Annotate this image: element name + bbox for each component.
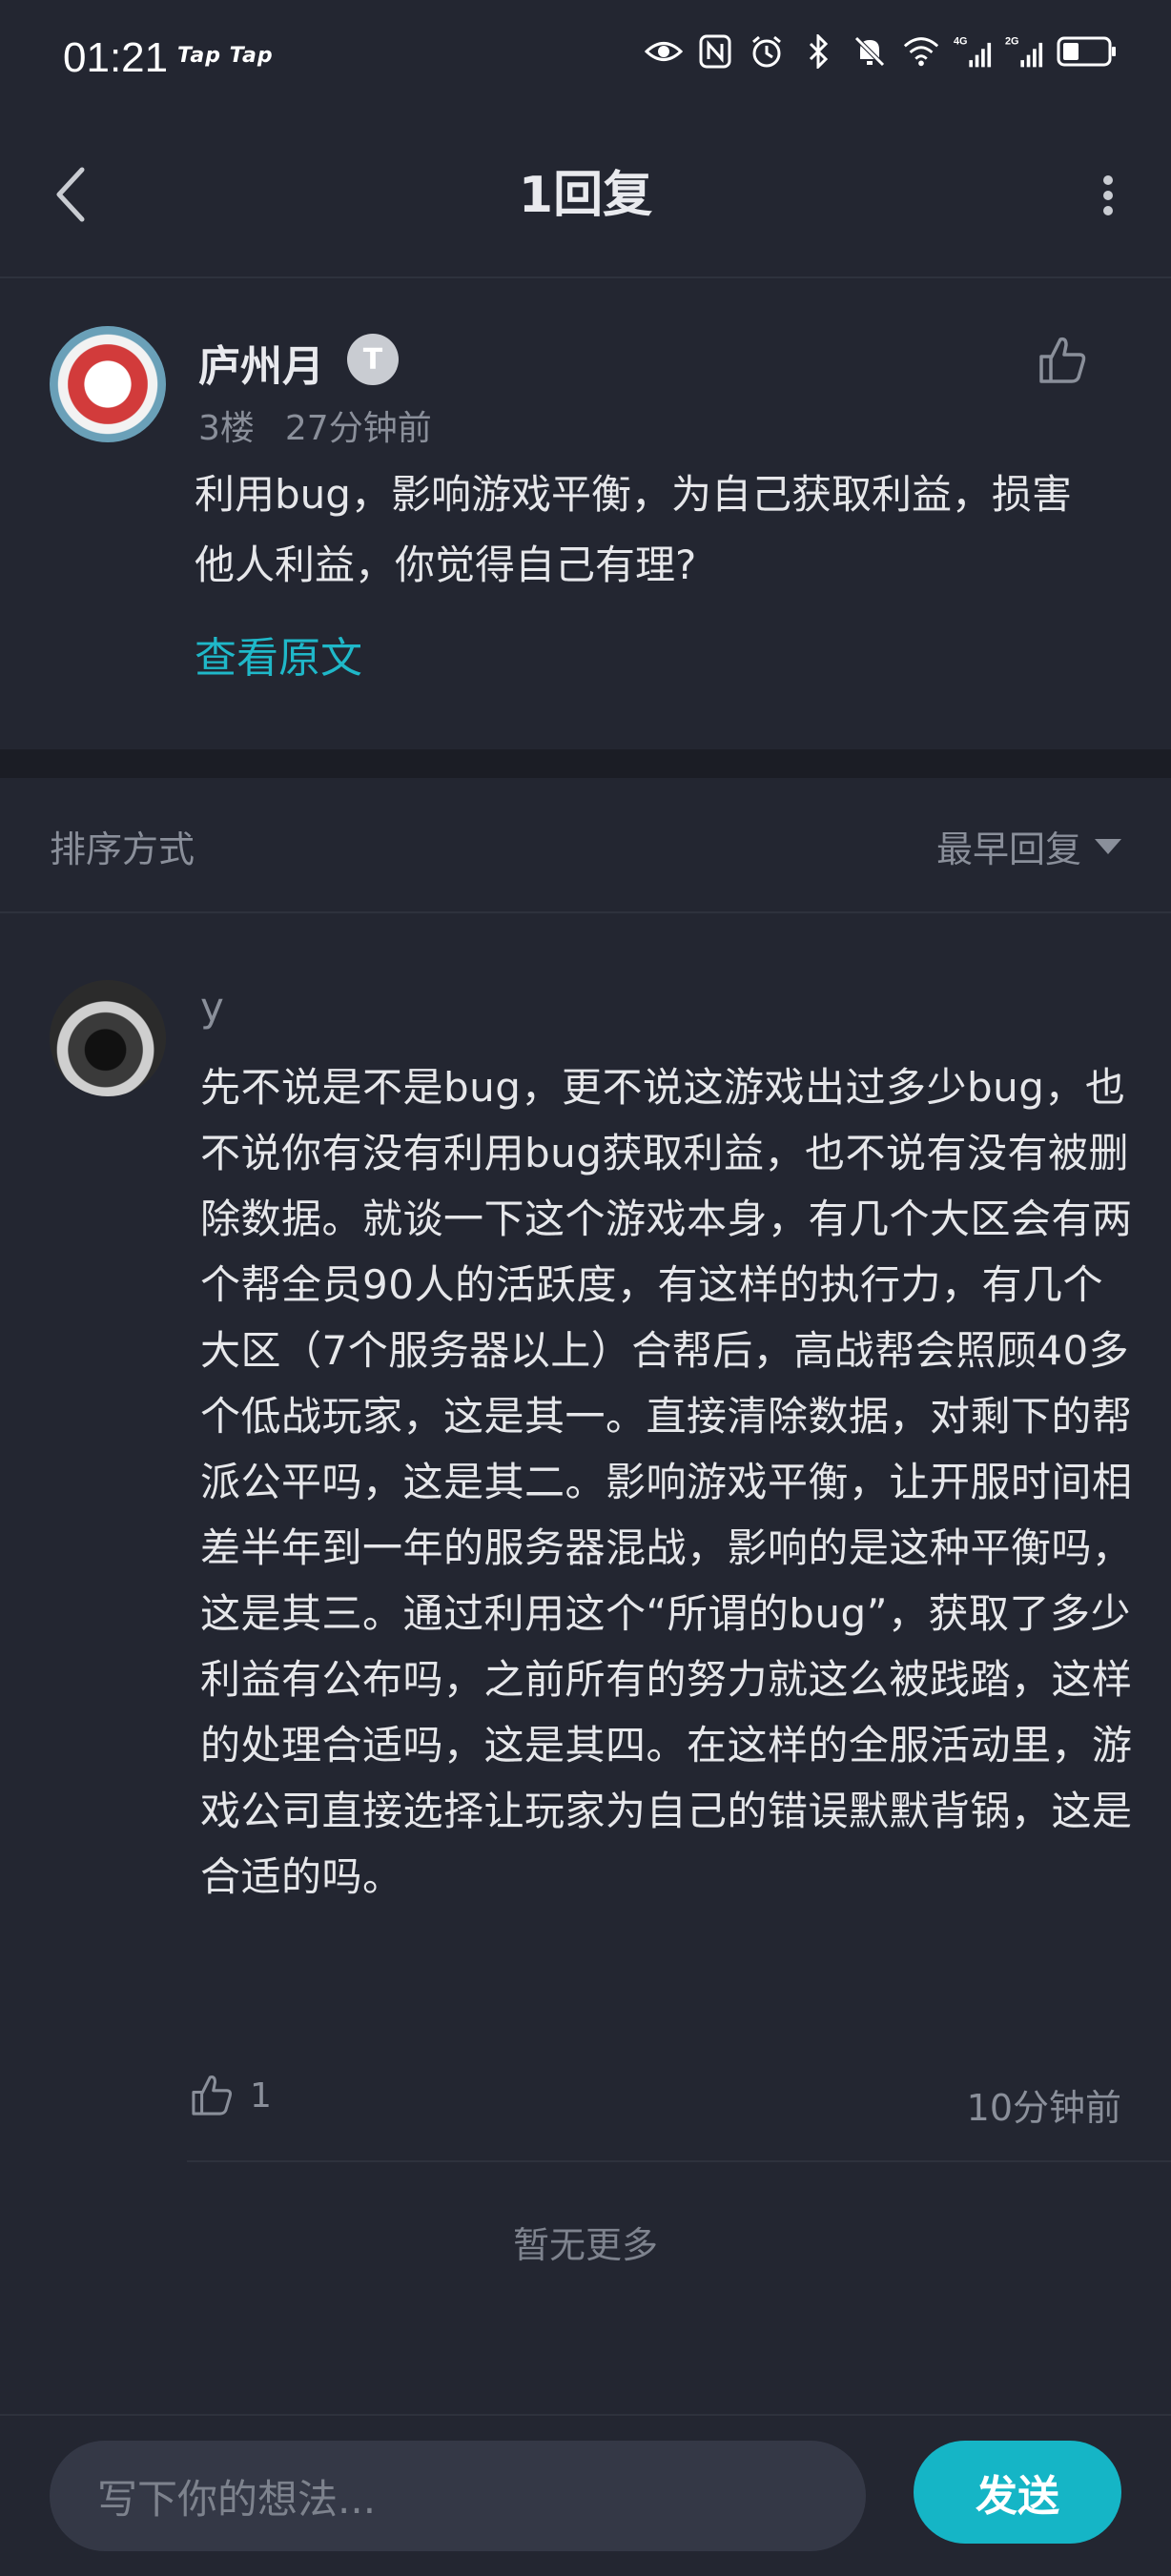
bluetooth-icon bbox=[799, 32, 837, 71]
thumbs-up-icon bbox=[1039, 337, 1086, 383]
mute-icon bbox=[851, 32, 889, 71]
send-button[interactable]: 发送 bbox=[914, 2441, 1121, 2544]
avatar[interactable] bbox=[50, 326, 166, 442]
nfc-icon bbox=[696, 32, 734, 71]
reply-author[interactable]: y bbox=[200, 984, 224, 1031]
more-options-button[interactable] bbox=[1079, 162, 1137, 229]
original-comment: 庐州月 T 3楼 27分钟前 利用bug，影响游戏平衡，为自己获取利益，损害他人利… bbox=[0, 278, 1171, 749]
floor-number: 3楼 bbox=[198, 409, 255, 448]
status-time: 01:21 bbox=[63, 34, 169, 81]
signal-2g-icon: 2G bbox=[1005, 32, 1043, 71]
like-button[interactable] bbox=[1034, 332, 1091, 389]
reply-avatar[interactable] bbox=[50, 980, 166, 1096]
reply-like-button[interactable]: 1 bbox=[187, 2071, 272, 2120]
more-vertical-icon bbox=[1103, 175, 1113, 215]
svg-text:2G: 2G bbox=[1005, 36, 1019, 48]
reply-time: 10分钟前 bbox=[966, 2087, 1121, 2129]
reply-divider bbox=[187, 2160, 1171, 2162]
sort-dropdown[interactable]: 最早回复 bbox=[936, 820, 1121, 872]
section-divider bbox=[0, 749, 1171, 778]
alarm-icon bbox=[748, 32, 786, 71]
top-nav-bar: 1回复 bbox=[0, 114, 1171, 278]
like-count: 1 bbox=[250, 2075, 272, 2116]
level-badge: T bbox=[347, 334, 399, 385]
reply-text: 先不说是不是bug，更不说这游戏出过多少bug，也不说你有没有利用bug获取利益… bbox=[200, 1064, 1133, 1900]
reply-item: y 先不说是不是bug，更不说这游戏出过多少bug，也不说你有没有利用bug获取… bbox=[0, 913, 1171, 2162]
sort-bar: 排序方式 最早回复 bbox=[0, 778, 1171, 913]
status-icons: 4G 2G bbox=[645, 32, 1118, 71]
composer-bar: 写下你的想法... 发送 bbox=[0, 2414, 1171, 2576]
thumbs-up-icon bbox=[192, 2075, 233, 2116]
comment-input[interactable]: 写下你的想法... bbox=[50, 2441, 866, 2551]
wifi-icon bbox=[902, 32, 940, 71]
comment-text: 利用bug，影响游戏平衡，为自己获取利益，损害他人利益，你觉得自己有理? bbox=[195, 471, 1072, 588]
eye-icon bbox=[645, 32, 683, 71]
signal-4g-icon: 4G bbox=[954, 32, 992, 71]
page-title: 1回复 bbox=[518, 167, 653, 224]
sort-label: 排序方式 bbox=[50, 828, 195, 870]
view-original-link[interactable]: 查看原文 bbox=[195, 624, 362, 685]
status-bar: 01:21 Tap Tap 4G 2G bbox=[0, 0, 1171, 114]
comment-time: 27分钟前 bbox=[284, 409, 432, 448]
svg-text:4G: 4G bbox=[954, 36, 968, 48]
status-app-labels: Tap Tap bbox=[177, 44, 274, 68]
author-name[interactable]: 庐州月 bbox=[198, 332, 324, 393]
sort-selected-value: 最早回复 bbox=[935, 828, 1081, 870]
caret-down-icon bbox=[1095, 838, 1121, 854]
battery-icon bbox=[1057, 34, 1118, 69]
no-more-text: 暂无更多 bbox=[512, 2224, 658, 2266]
comment-meta: 3楼 27分钟前 bbox=[198, 400, 462, 450]
